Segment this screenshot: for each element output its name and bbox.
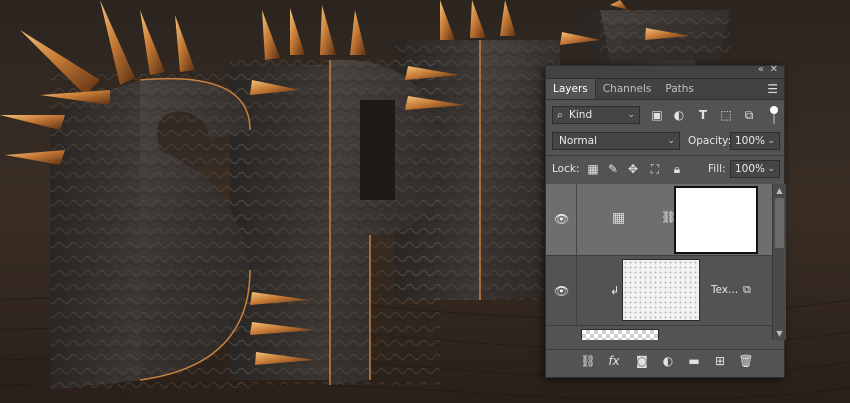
panel-title-bar[interactable]: « ✕ — [546, 64, 784, 79]
chevron-down-icon: ⌄ — [767, 136, 775, 146]
close-icon[interactable]: ✕ — [770, 64, 778, 75]
filter-type-icon[interactable]: T — [696, 108, 710, 122]
filter-row: ⌕ Kind ⌄ ▣ ◐ T ⬚ ⧉ — [546, 104, 786, 124]
layers-panel: « ✕ Layers Channels Paths ☰ ⌕ Kind ⌄ ▣ ◐… — [545, 64, 786, 378]
panel-menu-icon[interactable]: ☰ — [767, 82, 778, 96]
search-icon: ⌕ — [557, 109, 563, 121]
adjustment-layer-icon: ▦ — [612, 210, 626, 226]
layer-list: 👁︎ ▦ ⛓︎ 👁︎ ↲ Tex... ⧉ — [546, 184, 772, 340]
panel-tabs: Layers Channels Paths ☰ — [546, 79, 784, 100]
blend-mode-select[interactable]: Normal ⌄ — [552, 132, 680, 150]
filter-smartobject-icon[interactable]: ⧉ — [742, 108, 756, 122]
lock-row: Lock: ▦ ✎ ✥ ⛶ 🔒︎ Fill: 100% ⌄ — [546, 158, 786, 178]
opacity-input[interactable]: 100% ⌄ — [730, 132, 780, 150]
scroll-thumb[interactable] — [775, 198, 784, 248]
filter-kind-label: Kind — [569, 109, 593, 121]
filter-kind-select[interactable]: ⌕ Kind ⌄ — [552, 106, 640, 124]
layer-thumbnail[interactable] — [581, 329, 659, 340]
new-group-icon[interactable]: ▬ — [686, 354, 702, 368]
visibility-toggle[interactable]: 👁︎ — [546, 256, 577, 325]
chevron-down-icon: ⌄ — [627, 110, 635, 120]
opacity-label: Opacity: — [688, 135, 732, 147]
tab-channels[interactable]: Channels — [596, 79, 659, 99]
lock-artboard-icon[interactable]: ⛶ — [648, 162, 662, 176]
new-adjustment-icon[interactable]: ◐ — [660, 354, 676, 368]
clipping-mask-icon: ↲ — [610, 284, 620, 297]
eye-icon: 👁︎ — [554, 284, 570, 298]
lock-label: Lock: — [552, 163, 580, 175]
filter-adjustment-icon[interactable]: ◐ — [672, 108, 686, 122]
chevron-down-icon: ⌄ — [667, 136, 675, 146]
blend-mode-value: Normal — [559, 135, 597, 147]
lock-paint-icon[interactable]: ✎ — [606, 162, 620, 176]
layer-mask-thumbnail[interactable] — [674, 186, 758, 254]
tab-layers[interactable]: Layers — [546, 79, 596, 99]
filter-toggle[interactable] — [768, 106, 780, 124]
scroll-up-icon[interactable]: ▲ — [774, 186, 785, 195]
link-layers-icon[interactable]: ⛓︎ — [580, 354, 596, 368]
scroll-down-icon[interactable]: ▼ — [774, 329, 785, 338]
layer-list-scrollbar[interactable]: ▲ ▼ — [772, 184, 786, 340]
blend-row: Normal ⌄ Opacity: 100% ⌄ — [546, 130, 786, 150]
fx-icon[interactable]: fx — [606, 354, 622, 368]
panel-bottom-toolbar: ⛓︎ fx ◙ ◐ ▬ ⊞ 🗑︎ — [546, 349, 784, 372]
fill-label: Fill: — [708, 163, 726, 175]
layer-name[interactable]: Tex... — [711, 284, 738, 296]
layer-row-partial[interactable] — [546, 326, 772, 340]
letter-s-shape — [50, 70, 251, 390]
smart-object-icon: ⧉ — [743, 283, 751, 296]
visibility-toggle[interactable]: 👁︎ — [546, 184, 577, 255]
filter-shape-icon[interactable]: ⬚ — [719, 108, 733, 122]
tab-paths[interactable]: Paths — [658, 79, 701, 99]
layer-thumbnail[interactable] — [622, 259, 700, 321]
collapse-icon[interactable]: « — [758, 64, 764, 75]
filter-pixel-icon[interactable]: ▣ — [650, 108, 664, 122]
add-mask-icon[interactable]: ◙ — [634, 354, 650, 368]
lock-transparent-icon[interactable]: ▦ — [586, 162, 600, 176]
trash-icon[interactable]: 🗑︎ — [738, 354, 754, 368]
eye-icon: 👁︎ — [554, 212, 570, 226]
lock-all-icon[interactable]: 🔒︎ — [670, 162, 684, 176]
new-layer-icon[interactable]: ⊞ — [712, 354, 728, 368]
chevron-down-icon: ⌄ — [767, 164, 775, 174]
lock-position-icon[interactable]: ✥ — [626, 162, 640, 176]
fill-value: 100% — [735, 163, 766, 175]
layer-row-texture[interactable]: 👁︎ ↲ Tex... ⧉ — [546, 256, 772, 326]
fill-input[interactable]: 100% ⌄ — [730, 160, 780, 178]
opacity-value: 100% — [735, 135, 766, 147]
layer-row-adjustment[interactable]: 👁︎ ▦ ⛓︎ — [546, 184, 772, 256]
divider — [546, 155, 784, 156]
